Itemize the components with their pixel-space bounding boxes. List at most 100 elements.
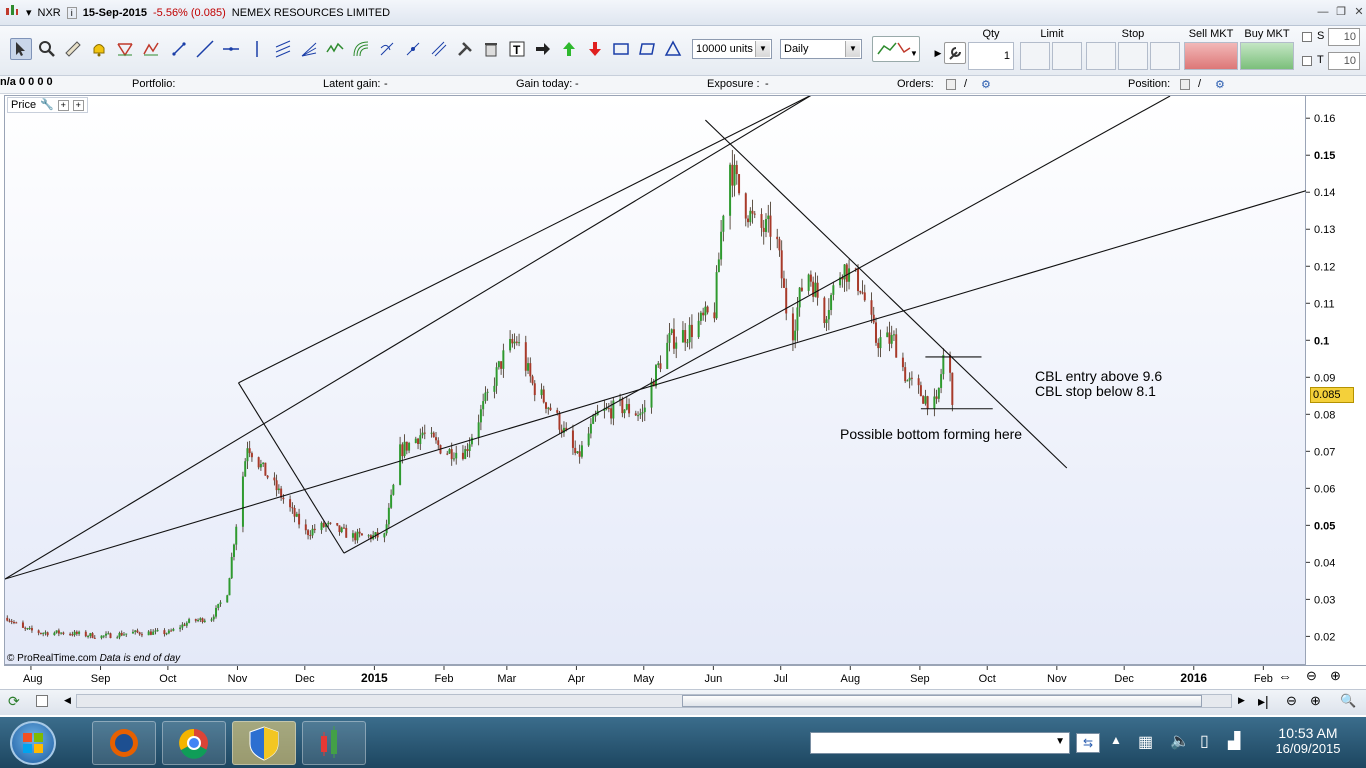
expand-arrow-icon[interactable]: ▶ bbox=[934, 42, 942, 64]
minimize-icon[interactable]: — bbox=[1314, 4, 1332, 20]
firefox-taskbar-button[interactable] bbox=[92, 721, 156, 765]
ruler-icon[interactable] bbox=[62, 38, 84, 60]
prorealtime-taskbar-button[interactable] bbox=[302, 721, 366, 765]
volume-icon[interactable]: 🔈 bbox=[1170, 731, 1190, 751]
wave-icon[interactable] bbox=[324, 38, 346, 60]
arc-icon[interactable] bbox=[350, 38, 372, 60]
date-axis[interactable]: Aug Sep Oct Nov Dec 2015 Feb Mar Apr May Jun Jul Aug… bbox=[4, 665, 1366, 689]
scroll-left-icon[interactable]: ◀ bbox=[64, 695, 71, 706]
settings-gear-icon[interactable]: ⚙ bbox=[981, 78, 991, 91]
triangle-icon[interactable] bbox=[662, 38, 684, 60]
close-icon[interactable]: ✕ bbox=[1350, 4, 1366, 20]
t-checkbox[interactable] bbox=[1302, 56, 1312, 66]
battery-icon[interactable]: ▯ bbox=[1200, 731, 1209, 751]
scroll-end-icon[interactable]: ▸| bbox=[1258, 693, 1269, 710]
sell-mkt-button[interactable] bbox=[1184, 42, 1238, 70]
arrow-up-icon[interactable] bbox=[558, 38, 580, 60]
pointer-icon[interactable] bbox=[10, 38, 32, 60]
zoom-in-icon[interactable]: ⊕ bbox=[1330, 668, 1341, 684]
refresh-icon[interactable]: ⟳ bbox=[8, 693, 20, 710]
panel-toggle-icon[interactable] bbox=[36, 695, 48, 707]
t-input[interactable]: 10 bbox=[1328, 52, 1360, 70]
panel-expand-icon[interactable]: + bbox=[72, 99, 84, 111]
signal-icon[interactable]: ▟ bbox=[1228, 731, 1240, 751]
s-checkbox[interactable] bbox=[1302, 32, 1312, 42]
chevron-down-icon[interactable]: ▼ bbox=[755, 41, 770, 57]
wrench-icon[interactable] bbox=[944, 42, 966, 64]
price-bar-body bbox=[556, 410, 559, 413]
channel-icon[interactable] bbox=[272, 38, 294, 60]
qty-input[interactable]: 1 bbox=[968, 42, 1014, 70]
restore-icon[interactable]: ❐ bbox=[1332, 4, 1350, 20]
price-axis[interactable]: 0.16 0.15 0.14 0.13 0.12 0.11 0.1 0.09 0.08 0.07 0… bbox=[1306, 95, 1366, 665]
chevron-down-icon[interactable]: ▼ bbox=[845, 41, 860, 57]
scroll-thumb[interactable] bbox=[682, 695, 1202, 707]
network-icon[interactable]: ▦ bbox=[1138, 732, 1153, 752]
indicators-icon[interactable]: ▼ bbox=[872, 36, 920, 62]
quantity-select[interactable]: 10000 units ▼ bbox=[692, 39, 772, 59]
parallelogram-icon[interactable] bbox=[636, 38, 658, 60]
trend-tool-icon[interactable] bbox=[376, 38, 398, 60]
start-button[interactable] bbox=[10, 721, 56, 765]
horizontal-line-icon[interactable] bbox=[220, 38, 242, 60]
chevron-down-icon[interactable]: ▾ bbox=[26, 6, 32, 19]
magnify-icon[interactable]: 🔍 bbox=[1340, 693, 1356, 709]
orders-list-icon[interactable] bbox=[946, 79, 956, 90]
price-bar-body bbox=[917, 378, 920, 386]
stop-buy-button[interactable] bbox=[1086, 42, 1116, 70]
trash-icon[interactable] bbox=[480, 38, 502, 60]
line-icon[interactable] bbox=[168, 38, 190, 60]
zoom-out-icon[interactable]: ⊖ bbox=[1286, 693, 1297, 709]
chrome-taskbar-button[interactable] bbox=[162, 721, 226, 765]
price-bar-body bbox=[578, 451, 581, 457]
stop-mid-button[interactable] bbox=[1118, 42, 1148, 70]
swap-icon[interactable]: ⇆ bbox=[1076, 733, 1100, 753]
scroll-right-icon[interactable]: ▶ bbox=[1238, 695, 1245, 706]
clock[interactable]: 10:53 AM 16/09/2015 bbox=[1268, 725, 1348, 756]
symbol-label[interactable]: NXR bbox=[38, 7, 61, 19]
cross-point-icon[interactable] bbox=[402, 38, 424, 60]
alert-bell-icon[interactable] bbox=[88, 38, 110, 60]
panel-add-icon[interactable]: + bbox=[57, 99, 69, 111]
fit-chart-icon[interactable]: ⇔ bbox=[1278, 668, 1292, 684]
address-input[interactable]: ▼ bbox=[810, 732, 1070, 754]
y-tick-label: 0.02 bbox=[1314, 631, 1335, 643]
settings-gear-icon[interactable]: ⚙ bbox=[1215, 78, 1225, 91]
arrow-down-icon[interactable] bbox=[584, 38, 606, 60]
extended-line-icon[interactable] bbox=[194, 38, 216, 60]
price-bar-body bbox=[529, 363, 532, 377]
vertical-line-icon[interactable] bbox=[246, 38, 268, 60]
security-taskbar-button[interactable] bbox=[232, 721, 296, 765]
position-list-icon[interactable] bbox=[1180, 79, 1190, 90]
trend-line[interactable] bbox=[343, 96, 1171, 554]
price-bar-body bbox=[313, 528, 316, 531]
price-chart-panel[interactable]: Price 🔧 + + © ProRealTime.com Data is en… bbox=[4, 95, 1307, 665]
buy-mkt-button[interactable] bbox=[1240, 42, 1294, 70]
parallel-line-icon[interactable] bbox=[428, 38, 450, 60]
text-tool-icon[interactable]: T bbox=[506, 38, 528, 60]
rectangle-icon[interactable] bbox=[610, 38, 632, 60]
tray-chevron-icon[interactable]: ▲ bbox=[1110, 733, 1122, 747]
chart-scroll-bar[interactable]: ⟳ ◀ ▶ ▸| ⊖ ⊕ 🔍 bbox=[0, 689, 1366, 715]
s-input[interactable]: 10 bbox=[1328, 28, 1360, 46]
stop-sell-button[interactable] bbox=[1150, 42, 1180, 70]
price-bar-body bbox=[908, 377, 911, 381]
limit-buy-button[interactable] bbox=[1020, 42, 1050, 70]
tools-icon[interactable] bbox=[454, 38, 476, 60]
zoom-in-icon[interactable]: ⊕ bbox=[1310, 693, 1321, 709]
fibonacci-fan-icon[interactable] bbox=[298, 38, 320, 60]
info-icon[interactable]: i bbox=[66, 6, 77, 19]
fan-lines-icon[interactable] bbox=[114, 38, 136, 60]
price-bar-body bbox=[295, 513, 298, 517]
zoom-icon[interactable] bbox=[36, 38, 58, 60]
trend-line[interactable] bbox=[705, 119, 1068, 469]
limit-sell-button[interactable] bbox=[1052, 42, 1082, 70]
zoom-out-icon[interactable]: ⊖ bbox=[1306, 668, 1317, 684]
trend-lines[interactable] bbox=[5, 96, 1307, 580]
zigzag-icon[interactable] bbox=[140, 38, 162, 60]
period-select[interactable]: Daily ▼ bbox=[780, 39, 862, 59]
trend-line[interactable] bbox=[237, 382, 345, 554]
wrench-icon[interactable]: 🔧 bbox=[40, 98, 54, 112]
arrow-right-icon[interactable] bbox=[532, 38, 554, 60]
chevron-down-icon[interactable]: ▼ bbox=[1055, 736, 1065, 747]
